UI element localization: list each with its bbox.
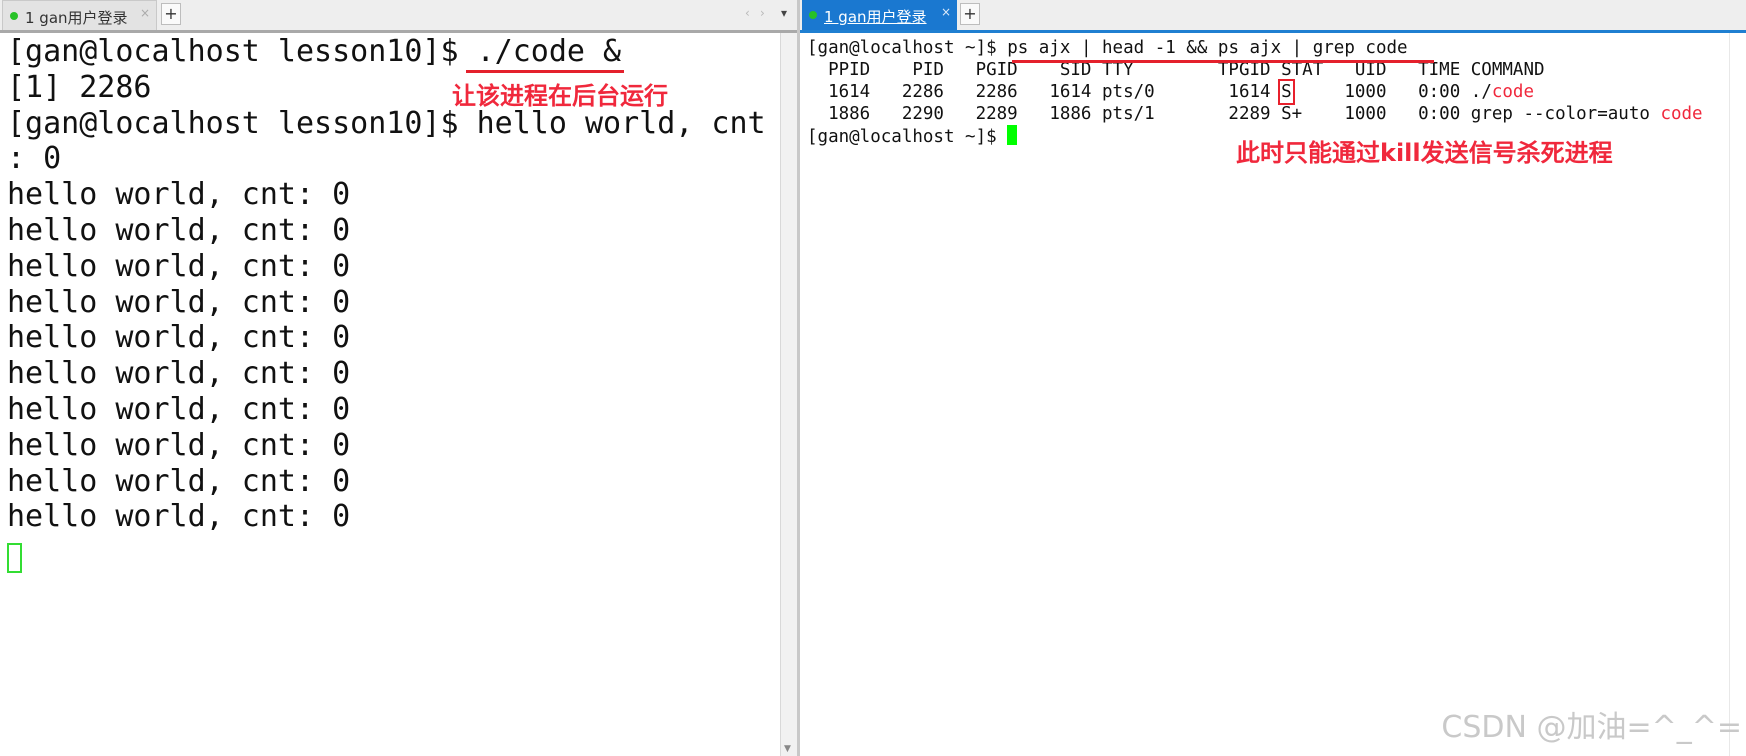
terminal-cursor [1007,125,1018,145]
ps-row-middle: 1000 0:00 ./ [1291,82,1492,102]
connected-status-icon [809,11,817,19]
kill-signal-annotation: 此时只能通过kill发送信号杀死进程 [1236,139,1613,167]
output-line: hello world, cnt: 0 [7,427,351,463]
ps-row-prefix: 1614 2286 2286 1614 pts/0 1614 [807,82,1282,102]
close-tab-icon[interactable]: × [941,5,951,19]
left-scrollbar[interactable]: ▼ [780,33,797,756]
output-line: hello world, cnt: 0 [7,499,351,535]
ps-row-prefix: 1886 2290 2289 1886 pts/1 2289 [807,104,1282,124]
new-tab-button[interactable]: + [960,3,980,25]
ps-header: PPID PID PGID SID TTY TPGID STAT UID TIM… [807,60,1545,80]
shell-prompt: [gan@localhost ~]$ [807,127,1008,147]
background-run-command: ./code & [476,34,622,69]
ps-row-stat: S+ [1281,104,1303,124]
right-scrollbar[interactable] [1729,33,1746,756]
output-line: hello world, cnt: 0 [7,391,351,427]
tab-next-icon[interactable]: › [760,6,765,20]
scroll-down-icon[interactable]: ▼ [784,744,791,754]
connected-status-icon [10,12,18,20]
grep-match: code [1491,82,1535,102]
output-line: hello world, cnt: 0 [7,356,351,392]
background-run-annotation: 让该进程在后台运行 [452,82,668,110]
left-session-tab[interactable]: 1 gan用户登录 × [2,0,157,30]
tab-menu-icon[interactable]: ▾ [781,6,787,20]
close-tab-icon[interactable]: × [140,6,150,20]
right-terminal-pane[interactable]: 1 gan用户登录 × + [gan@localhost ~]$ ps ajx … [800,0,1746,756]
output-line: hello world, cnt: 0 [7,320,351,356]
shell-prompt: [gan@localhost lesson10]$ [7,34,477,69]
csdn-watermark: CSDN @加油=^_^= [1441,710,1742,745]
tab-label: 1 gan用户登录 [824,8,927,26]
output-line: hello world, cnt: 0 [7,212,351,248]
left-terminal-pane[interactable]: 1 gan用户登录 × + ‹ › ▾ [gan@localhost lesso… [0,0,797,756]
command-underline [1012,60,1434,63]
right-session-tab[interactable]: 1 gan用户登录 × [802,0,957,30]
output-line: hello world, cnt: 0 [7,248,351,284]
ps-command: ps ajx | head -1 && ps ajx | grep code [1007,38,1408,58]
stat-highlight-box: S [1278,79,1295,105]
output-line: hello world, cnt: 0 [7,177,351,213]
tab-label: 1 gan用户登录 [25,9,128,27]
output-line: hello world, cnt: 0 [7,284,351,320]
grep-match: code [1660,104,1703,124]
terminal-cursor [7,543,22,573]
wrapped-output-line: : 0 [7,141,62,177]
right-terminal-output: [gan@localhost ~]$ ps ajx | head -1 && p… [807,37,1703,148]
command-underline [466,70,624,73]
shell-prompt: [gan@localhost ~]$ [807,38,1008,58]
job-id-line: [1] 2286 [7,69,152,105]
new-tab-button[interactable]: + [161,3,181,25]
tab-prev-icon[interactable]: ‹ [745,6,750,20]
left-tab-bar: 1 gan用户登录 × + ‹ › ▾ [0,0,797,33]
output-line: hello world, cnt: 0 [7,463,351,499]
ps-row-middle: 1000 0:00 grep --color=auto [1302,104,1661,124]
right-tab-bar: 1 gan用户登录 × + [800,0,1746,33]
